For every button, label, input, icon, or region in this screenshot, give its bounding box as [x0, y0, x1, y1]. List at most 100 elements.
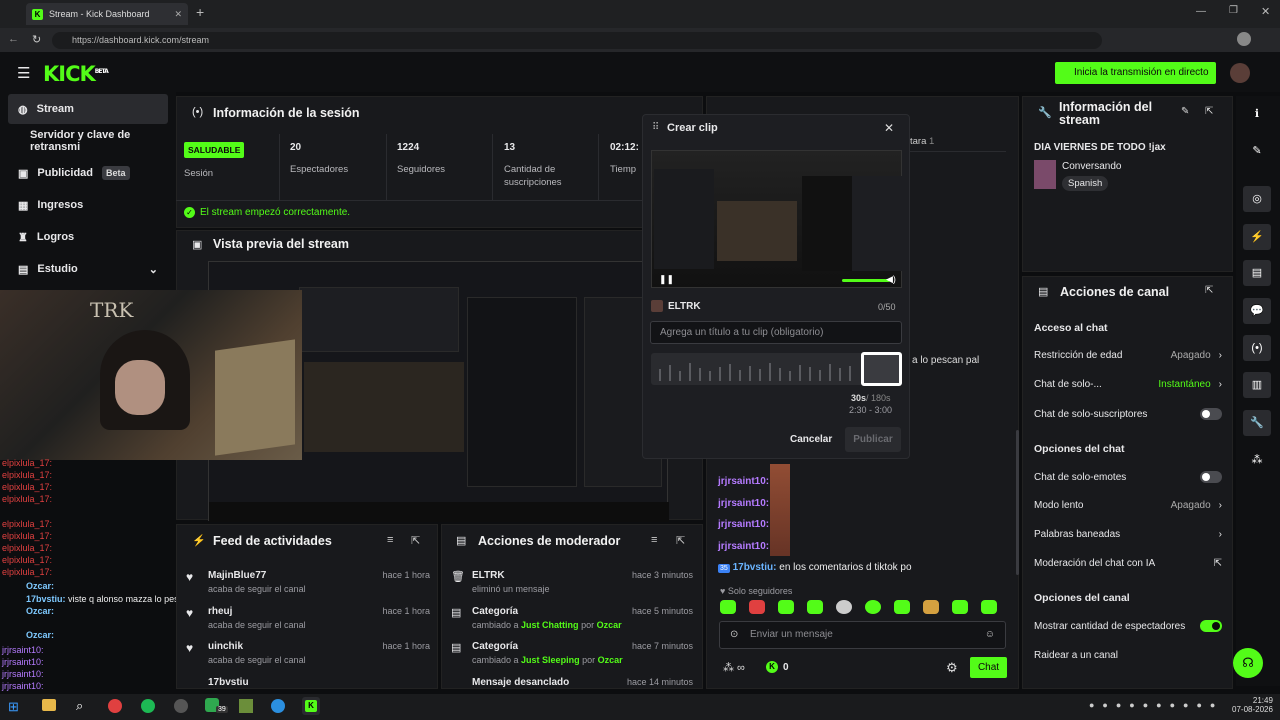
minimize-icon[interactable]: —	[1196, 6, 1206, 17]
profile-avatar[interactable]	[1237, 32, 1251, 46]
chat-messages: jrjrsaint10: jrjrsaint10: jrjrsaint10: j…	[718, 464, 1008, 564]
target-icon[interactable]: ◎	[1243, 186, 1271, 212]
edit-icon[interactable]: ✎	[1181, 106, 1189, 117]
overlay-logo: TRK	[90, 298, 134, 322]
wrench-icon[interactable]: 🔧	[1243, 410, 1271, 436]
language-tag: Spanish	[1062, 176, 1109, 191]
new-tab-icon[interactable]: +	[196, 4, 204, 20]
clip-preview-video[interactable]	[651, 150, 902, 288]
clip-title-input[interactable]: Agrega un título a tu clip (obligatorio)	[650, 321, 902, 344]
popout-icon[interactable]: ⇱	[1205, 106, 1213, 117]
drag-handle-icon[interactable]: ⠿	[652, 122, 659, 133]
studio-icon: ▤	[18, 263, 29, 276]
show-viewers-toggle[interactable]	[1200, 620, 1222, 632]
channel-options-heading: Opciones del canal	[1034, 592, 1130, 604]
file-explorer-icon[interactable]	[42, 699, 56, 711]
search-icon[interactable]: ⌕	[76, 698, 83, 714]
settings-gear-icon[interactable]: ⚙	[946, 660, 958, 676]
popout-icon[interactable]: ⇱	[1205, 285, 1213, 296]
status-badge: SALUDABLE	[184, 142, 245, 158]
users-icon[interactable]: ⁂	[1243, 447, 1271, 473]
broadcast-icon[interactable]: (•)	[1243, 335, 1271, 361]
preview-title: Vista previa del stream	[213, 237, 349, 251]
age-restriction-row[interactable]: Restricción de edad Apagado ›	[1034, 350, 1222, 361]
pause-icon[interactable]: ❚❚	[659, 274, 674, 285]
subs-only-toggle[interactable]	[1200, 408, 1222, 420]
kick-logo[interactable]: KICKBETA	[43, 62, 109, 86]
list-icon: ▤	[1038, 286, 1049, 298]
sidebar-item-income[interactable]: ▦ Ingresos	[8, 190, 168, 220]
chrome-icon[interactable]	[108, 699, 122, 713]
emote-bar[interactable]	[720, 600, 997, 614]
stat-viewers-label: Espectadores	[290, 164, 349, 175]
chat-tab-partial[interactable]: tara 1	[910, 136, 934, 147]
volume-icon[interactable]: ◀)	[886, 274, 896, 285]
tray-icons[interactable]: ●●●●●●●●●●	[1089, 700, 1223, 710]
close-tab-icon[interactable]: ✕	[174, 9, 182, 20]
bolt-icon: ⚡	[192, 535, 206, 547]
obs-icon[interactable]	[174, 699, 188, 713]
stream-title-value: DIA VIERNES DE TODO !jax	[1034, 142, 1166, 153]
chat-scrollbar[interactable]	[1016, 430, 1019, 575]
close-window-icon[interactable]: ✕	[1261, 5, 1270, 18]
filter-icon[interactable]: ≡	[387, 534, 393, 546]
popout-icon[interactable]: ⇱	[411, 534, 420, 547]
menu-icon[interactable]: ☰	[17, 64, 30, 82]
maximize-icon[interactable]: ❐	[1229, 5, 1238, 16]
stat-followers-value: 1224	[397, 142, 420, 153]
pencil-icon[interactable]: ✎	[1243, 138, 1271, 164]
sidebar-item-studio[interactable]: ▤ Estudio ⌄	[8, 254, 168, 284]
windows-start-icon[interactable]: ⊞	[8, 699, 19, 715]
infinity-icon[interactable]: ⁂ ∞	[723, 661, 745, 674]
lightning-icon[interactable]: ⚡	[1243, 224, 1271, 250]
chat-bubble-icon[interactable]: 💬	[1243, 298, 1271, 324]
clip-channel-name: ELTRK	[668, 301, 701, 312]
banned-words-row[interactable]: Palabras baneadas ›	[1034, 529, 1222, 540]
clip-range-selector[interactable]	[861, 352, 902, 386]
success-message: El stream empezó correctamente.	[200, 207, 351, 218]
ai-moderation-row[interactable]: Moderación del chat con IA ⇱	[1034, 558, 1222, 569]
external-link-icon: ⇱	[1213, 558, 1222, 569]
slow-mode-row[interactable]: Modo lento Apagado ›	[1034, 500, 1222, 511]
emotes-only-toggle[interactable]	[1200, 471, 1222, 483]
go-live-button[interactable]: Inicia la transmisión en directo	[1055, 62, 1216, 84]
reload-icon[interactable]: ↻	[32, 33, 41, 46]
clip-modal-title: Crear clip	[667, 122, 718, 134]
support-icon[interactable]: ☊	[1233, 648, 1263, 678]
minecraft-icon[interactable]	[239, 699, 253, 713]
spotify-icon[interactable]	[141, 699, 155, 713]
back-icon[interactable]: ←	[8, 33, 19, 45]
category-icon: ▤	[451, 642, 462, 654]
edge-icon[interactable]	[271, 699, 285, 713]
publish-button[interactable]: Publicar	[845, 427, 901, 452]
chat-input[interactable]: ⊙ Enviar un mensaje ☺	[719, 621, 1006, 649]
clip-duration: 30s/ 180s	[851, 393, 891, 403]
info-icon[interactable]: ℹ	[1243, 101, 1271, 127]
send-chat-button[interactable]: Chat	[970, 657, 1007, 678]
sidebar-item-server-key[interactable]: Servidor y clave de retransmi	[8, 126, 176, 156]
raid-row[interactable]: Raidear a un canal	[1034, 650, 1118, 661]
chart-icon: ▦	[18, 199, 29, 212]
sidebar-item-achievements[interactable]: ♜ Logros	[8, 222, 168, 252]
cancel-button[interactable]: Cancelar	[790, 434, 832, 445]
document-icon: ▤	[456, 535, 467, 547]
sidebar-item-ads[interactable]: ▣ Publicidad Beta	[8, 158, 168, 188]
pin-icon: ⊙	[730, 629, 739, 640]
chat-message: 35 17bvstiu: en los comentarios d tiktok…	[718, 562, 912, 573]
browser-tab[interactable]: K Stream - Kick Dashboard ✕	[26, 3, 188, 25]
popout-icon[interactable]: ⇱	[676, 534, 685, 547]
preview-icon: ▣	[192, 239, 203, 251]
document-icon[interactable]: ▤	[1243, 260, 1271, 286]
solo-chat-row[interactable]: Chat de solo-... Instantáneo ›	[1034, 379, 1222, 390]
close-modal-icon[interactable]: ✕	[884, 121, 894, 135]
kick-taskbar-icon[interactable]: K	[302, 697, 320, 715]
overlay-chat-user: elpixlula_17:	[2, 519, 53, 529]
user-avatar[interactable]	[1230, 63, 1250, 83]
stat-followers-label: Seguidores	[397, 164, 446, 175]
trash-icon: 🗑	[451, 571, 465, 583]
filter-icon[interactable]: ≡	[651, 534, 657, 546]
url-field[interactable]: https://dashboard.kick.com/stream	[52, 32, 1102, 49]
sidebar-item-stream[interactable]: ◍ Stream	[8, 94, 168, 124]
stat-subs-label: Cantidad de suscripciones	[504, 164, 562, 188]
panel-icon[interactable]: ▥	[1243, 372, 1271, 398]
